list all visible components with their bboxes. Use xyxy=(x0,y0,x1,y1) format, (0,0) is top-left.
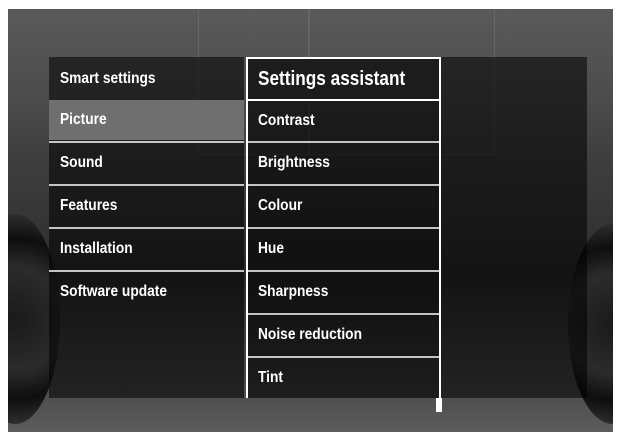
submenu-item-contrast[interactable]: Contrast xyxy=(246,101,441,141)
menu-item-features[interactable]: Features xyxy=(49,186,244,226)
menu-item-picture[interactable]: Picture xyxy=(49,100,244,140)
submenu-item-hue[interactable]: Hue xyxy=(246,229,441,269)
submenu-item-settings-assistant[interactable]: Settings assistant xyxy=(246,57,441,101)
submenu-item-label: Hue xyxy=(258,240,285,257)
menu-item-label: Picture xyxy=(60,111,107,128)
menu-item-software-update[interactable]: Software update xyxy=(49,272,244,312)
submenu-item-label: Brightness xyxy=(258,154,330,171)
menu-item-label: Features xyxy=(60,197,118,214)
menu-item-sound[interactable]: Sound xyxy=(49,143,244,183)
submenu-item-noise-reduction[interactable]: Noise reduction xyxy=(246,315,441,355)
menu-item-label: Smart settings xyxy=(60,70,156,87)
submenu-item-label: Sharpness xyxy=(258,283,329,300)
submenu-item-label: Contrast xyxy=(258,112,315,129)
menu-item-smart-settings[interactable]: Smart settings xyxy=(49,59,244,99)
submenu-item-colour[interactable]: Colour xyxy=(246,186,441,226)
more-items-indicator xyxy=(436,398,442,412)
menu-item-label: Sound xyxy=(60,154,103,171)
submenu-item-tint[interactable]: Tint xyxy=(246,358,441,398)
menu-item-installation[interactable]: Installation xyxy=(49,229,244,269)
submenu-item-label: Tint xyxy=(258,369,283,386)
submenu-item-label: Noise reduction xyxy=(258,326,362,343)
preview-panel xyxy=(441,57,587,398)
submenu-item-label: Colour xyxy=(258,197,303,214)
menu-item-label: Installation xyxy=(60,240,133,257)
menu-item-label: Software update xyxy=(60,283,168,300)
submenu-item-label: Settings assistant xyxy=(258,67,406,90)
submenu-item-sharpness[interactable]: Sharpness xyxy=(246,272,441,312)
submenu-item-brightness[interactable]: Brightness xyxy=(246,143,441,183)
